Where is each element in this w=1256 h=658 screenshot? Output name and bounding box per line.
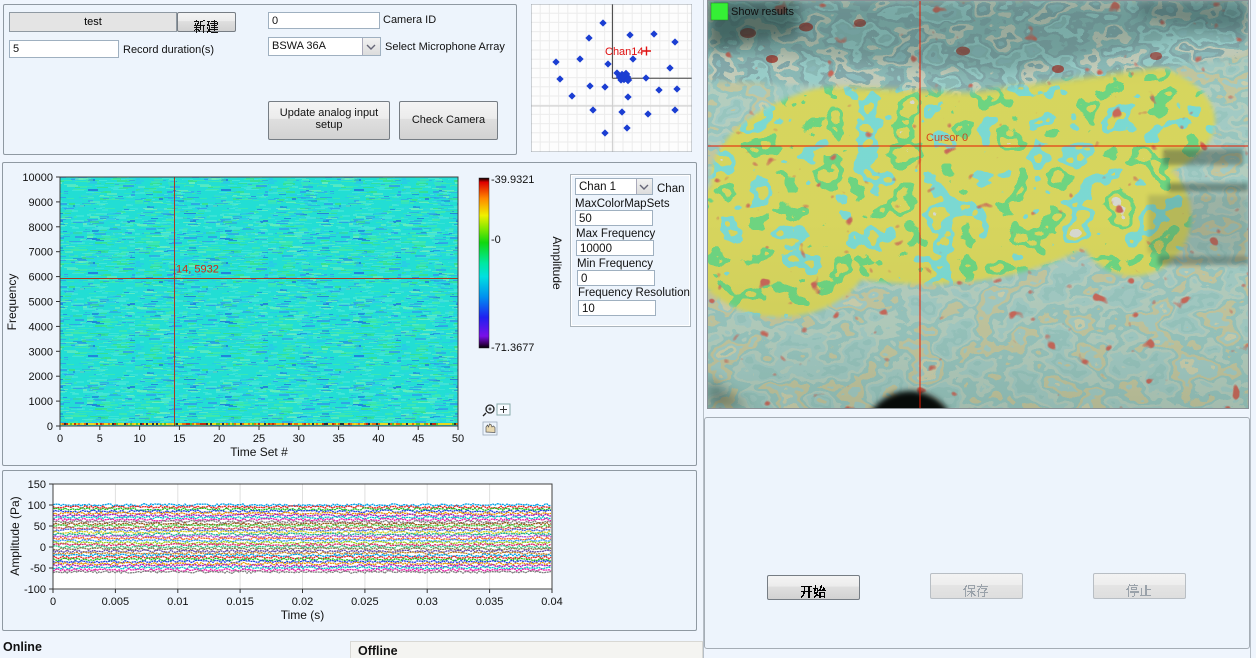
svg-text:45: 45 — [412, 433, 424, 445]
svg-text:0.005: 0.005 — [102, 596, 130, 608]
svg-text:0.02: 0.02 — [292, 596, 313, 608]
svg-text:0.015: 0.015 — [226, 596, 254, 608]
svg-text:0: 0 — [40, 542, 46, 554]
svg-text:6000: 6000 — [29, 272, 53, 284]
svg-text:25: 25 — [253, 433, 265, 445]
svg-text:-71.3677: -71.3677 — [491, 342, 534, 354]
svg-text:5: 5 — [97, 433, 103, 445]
svg-text:Time (s): Time (s) — [281, 608, 325, 622]
svg-text:9000: 9000 — [29, 197, 53, 209]
svg-text:Frequency: Frequency — [5, 274, 19, 331]
svg-text:Amplitude (Pa): Amplitude (Pa) — [8, 496, 22, 575]
svg-text:10: 10 — [133, 433, 145, 445]
svg-text:2000: 2000 — [29, 371, 53, 383]
svg-text:35: 35 — [332, 433, 344, 445]
svg-text:-0: -0 — [491, 234, 501, 246]
svg-text:1000: 1000 — [29, 396, 53, 408]
svg-text:150: 150 — [28, 479, 46, 491]
svg-text:-39.9321: -39.9321 — [491, 174, 534, 186]
svg-text:30: 30 — [293, 433, 305, 445]
svg-text:Chan14: Chan14 — [605, 46, 644, 58]
svg-text:8000: 8000 — [29, 222, 53, 234]
svg-text:0.03: 0.03 — [416, 596, 437, 608]
svg-text:Time Set #: Time Set # — [230, 445, 288, 459]
svg-text:-50: -50 — [30, 563, 46, 575]
svg-text:50: 50 — [452, 433, 464, 445]
svg-text:0: 0 — [50, 596, 56, 608]
svg-text:4000: 4000 — [29, 321, 53, 333]
svg-text:0.04: 0.04 — [541, 596, 562, 608]
svg-text:0.025: 0.025 — [351, 596, 379, 608]
svg-text:7000: 7000 — [29, 247, 53, 259]
svg-text:3000: 3000 — [29, 346, 53, 358]
svg-text:0: 0 — [57, 433, 63, 445]
svg-text:50: 50 — [34, 521, 46, 533]
svg-text:0.035: 0.035 — [476, 596, 504, 608]
svg-text:15: 15 — [173, 433, 185, 445]
svg-text:20: 20 — [213, 433, 225, 445]
svg-text:100: 100 — [28, 500, 46, 512]
svg-text:5000: 5000 — [29, 297, 53, 309]
svg-text:Amplitude: Amplitude — [550, 236, 564, 290]
svg-text:0.01: 0.01 — [167, 596, 188, 608]
svg-text:-100: -100 — [24, 584, 46, 596]
svg-text:0: 0 — [47, 421, 53, 433]
svg-text:Show results: Show results — [731, 6, 794, 18]
svg-text:Cursor 0: Cursor 0 — [926, 132, 968, 144]
svg-text:10000: 10000 — [22, 172, 53, 184]
svg-text:40: 40 — [372, 433, 384, 445]
svg-text:14, 5932: 14, 5932 — [176, 264, 219, 276]
